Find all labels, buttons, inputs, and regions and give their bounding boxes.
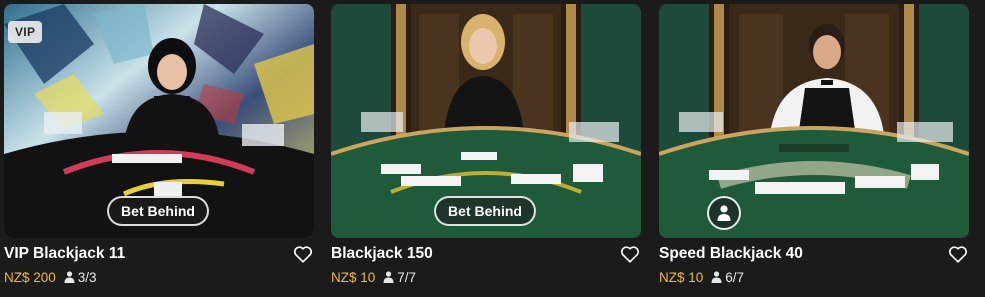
game-title[interactable]: VIP Blackjack 11 bbox=[4, 245, 125, 263]
heart-icon[interactable] bbox=[292, 243, 314, 265]
game-title[interactable]: Speed Blackjack 40 bbox=[659, 245, 803, 263]
game-card-speed-blackjack-40[interactable]: Speed Blackjack 40 NZ$ 10 6/7 bbox=[659, 4, 969, 294]
heart-icon[interactable] bbox=[619, 243, 641, 265]
sit-down-button[interactable] bbox=[707, 196, 741, 230]
person-icon bbox=[383, 271, 394, 283]
game-title[interactable]: Blackjack 150 bbox=[331, 245, 433, 263]
avatar-icon bbox=[717, 205, 731, 221]
bet-behind-button[interactable]: Bet Behind bbox=[107, 196, 209, 226]
game-card-blackjack-150[interactable]: Bet Behind Blackjack 150 NZ$ 10 7/7 bbox=[331, 4, 641, 294]
game-thumbnail[interactable] bbox=[659, 4, 969, 238]
heart-icon[interactable] bbox=[947, 243, 969, 265]
game-thumbnail[interactable]: VIP Bet Behind bbox=[4, 4, 314, 238]
game-thumbnail[interactable]: Bet Behind bbox=[331, 4, 641, 238]
min-stake: NZ$ 10 bbox=[659, 269, 704, 285]
min-stake: NZ$ 10 bbox=[331, 269, 376, 285]
bet-behind-button[interactable]: Bet Behind bbox=[434, 196, 536, 226]
person-icon bbox=[64, 271, 75, 283]
live-dealer-image bbox=[659, 4, 969, 238]
seat-count: 3/3 bbox=[77, 269, 97, 285]
min-stake: NZ$ 200 bbox=[4, 269, 56, 285]
person-icon bbox=[711, 271, 722, 283]
seat-count: 6/7 bbox=[725, 269, 745, 285]
vip-badge: VIP bbox=[8, 21, 43, 43]
game-card-vip-blackjack-11[interactable]: VIP Bet Behind VIP Blackjack 11 NZ$ 200 … bbox=[4, 4, 314, 294]
seat-count: 7/7 bbox=[397, 269, 417, 285]
